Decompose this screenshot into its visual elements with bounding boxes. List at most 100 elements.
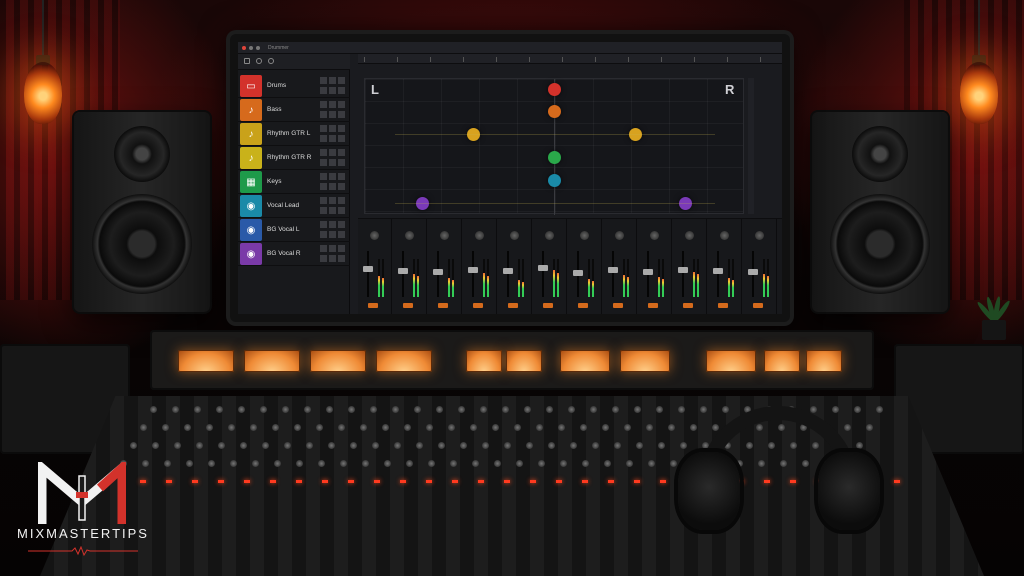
volume-fader[interactable]	[748, 269, 758, 275]
level-meter	[487, 259, 489, 297]
volume-fader[interactable]	[573, 270, 583, 277]
minimize-window-icon[interactable]	[249, 46, 253, 50]
pan-knob[interactable]	[580, 231, 589, 240]
volume-fader[interactable]	[538, 265, 548, 272]
track-row[interactable]: ◉ BG Vocal R	[238, 242, 350, 266]
fader-track	[402, 251, 404, 297]
channel-strip	[568, 219, 602, 314]
console-led	[322, 480, 328, 483]
maximize-window-icon[interactable]	[256, 46, 260, 50]
console-led	[660, 480, 666, 483]
timeline-ruler[interactable]	[358, 54, 782, 64]
loop-icon[interactable]	[256, 58, 262, 64]
console-knob	[384, 460, 391, 467]
console-knob	[216, 406, 223, 413]
channel-button[interactable]	[613, 303, 623, 308]
console-knob	[612, 406, 619, 413]
toolbar	[238, 54, 350, 70]
fader-track	[542, 251, 544, 297]
pan-knob[interactable]	[440, 231, 449, 240]
pan-dot[interactable]	[547, 104, 561, 118]
channel-button[interactable]	[543, 303, 553, 308]
vertical-scrollbar[interactable]	[748, 78, 754, 214]
console-knob	[514, 424, 521, 431]
pan-knob[interactable]	[720, 231, 729, 240]
level-meter	[557, 259, 559, 297]
track-row[interactable]: ◉ BG Vocal L	[238, 218, 350, 242]
channel-button[interactable]	[718, 303, 728, 308]
pan-knob[interactable]	[510, 231, 519, 240]
track-controls[interactable]	[320, 221, 346, 239]
track-controls[interactable]	[320, 149, 346, 167]
window-titlebar: Drummer	[238, 42, 782, 54]
pan-knob[interactable]	[405, 231, 414, 240]
pan-dot[interactable]	[547, 173, 561, 187]
pan-knob[interactable]	[370, 231, 379, 240]
channel-strip	[463, 219, 497, 314]
document-name: Drummer	[268, 45, 289, 51]
channel-button[interactable]	[753, 303, 763, 308]
console-knob	[482, 442, 489, 449]
console-knob	[416, 442, 423, 449]
channel-button[interactable]	[438, 303, 448, 308]
channel-button[interactable]	[403, 303, 413, 308]
stereo-pan-field[interactable]: L R	[364, 78, 744, 215]
console-knob	[582, 460, 589, 467]
vu-meter	[506, 350, 542, 372]
channel-button[interactable]	[368, 303, 378, 308]
volume-fader[interactable]	[398, 267, 408, 274]
track-row[interactable]: ♪ Bass	[238, 98, 350, 122]
pan-knob[interactable]	[615, 231, 624, 240]
console-knob	[438, 442, 445, 449]
track-controls[interactable]	[320, 245, 346, 263]
volume-fader[interactable]	[678, 267, 688, 273]
ruler-tick	[463, 57, 464, 62]
track-name: Rhythm GTR L	[267, 130, 311, 137]
library-icon[interactable]	[244, 58, 250, 64]
track-row[interactable]: ◉ Vocal Lead	[238, 194, 350, 218]
channel-button[interactable]	[578, 303, 588, 308]
left-pendant-lamp	[18, 0, 68, 140]
console-knob	[504, 442, 511, 449]
track-row[interactable]: ▦ Keys	[238, 170, 350, 194]
volume-fader[interactable]	[433, 269, 443, 275]
pan-knob[interactable]	[685, 231, 694, 240]
pan-knob[interactable]	[545, 231, 554, 240]
volume-fader[interactable]	[468, 267, 478, 273]
volume-fader[interactable]	[608, 267, 618, 273]
pan-knob[interactable]	[755, 231, 764, 240]
level-meter	[767, 259, 769, 297]
track-controls[interactable]	[320, 125, 346, 143]
channel-button[interactable]	[648, 303, 658, 308]
console-knob	[284, 442, 291, 449]
channel-button[interactable]	[473, 303, 483, 308]
pan-knob[interactable]	[475, 231, 484, 240]
channel-button[interactable]	[683, 303, 693, 308]
vu-meter	[466, 350, 502, 372]
settings-icon[interactable]	[268, 58, 274, 64]
volume-fader[interactable]	[503, 268, 513, 275]
pan-dot[interactable]	[547, 82, 561, 96]
track-controls[interactable]	[320, 173, 346, 191]
volume-fader[interactable]	[713, 267, 723, 274]
volume-fader[interactable]	[643, 268, 653, 275]
track-row[interactable]: ♪ Rhythm GTR L	[238, 122, 350, 146]
pan-dot[interactable]	[547, 150, 561, 164]
channel-strip	[533, 219, 567, 314]
level-meter	[763, 259, 765, 297]
headphones	[668, 406, 888, 536]
track-row[interactable]: ♪ Rhythm GTR R	[238, 146, 350, 170]
track-row[interactable]: ▭ Drums	[238, 74, 350, 98]
track-controls[interactable]	[320, 197, 346, 215]
console-knob	[538, 460, 545, 467]
console-knob	[316, 424, 323, 431]
pan-knob[interactable]	[650, 231, 659, 240]
track-controls[interactable]	[320, 101, 346, 119]
channel-button[interactable]	[508, 303, 518, 308]
console-led	[478, 480, 484, 483]
volume-fader[interactable]	[363, 266, 373, 273]
track-controls[interactable]	[320, 77, 346, 95]
console-knob	[472, 460, 479, 467]
close-window-icon[interactable]	[242, 46, 246, 50]
level-meter	[588, 259, 590, 297]
